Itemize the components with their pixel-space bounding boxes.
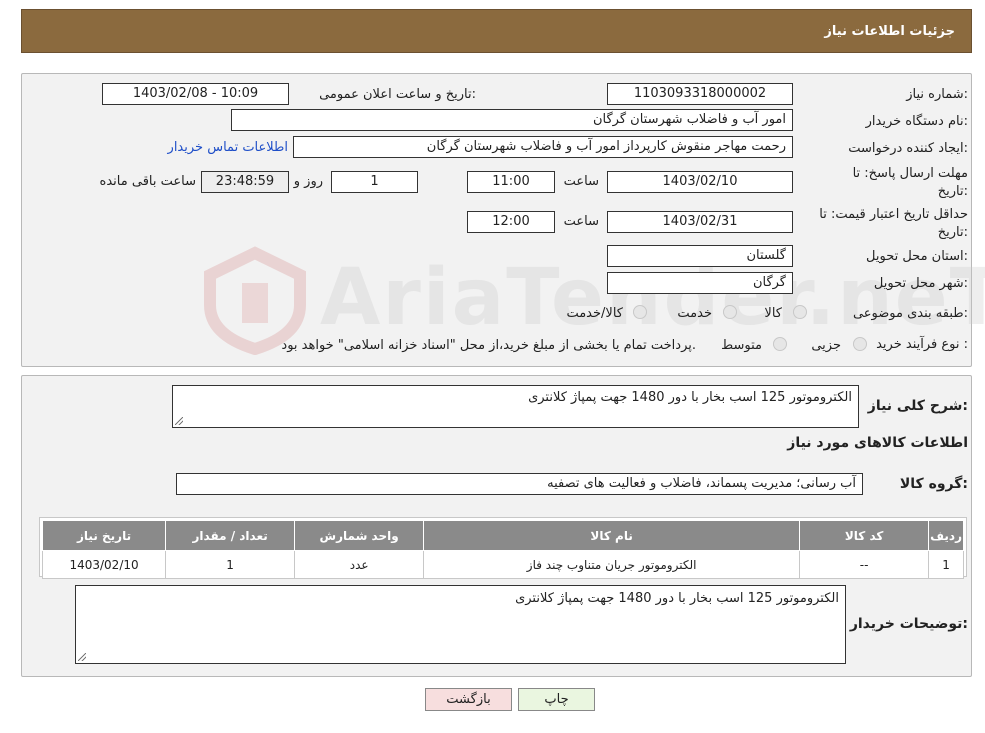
cell-quantity: 1 [165, 550, 296, 579]
cell-need-date: 1403/02/10 [41, 550, 167, 579]
goods-table-header-row: ردیف کد کالا نام کالا واحد شمارش تعداد /… [41, 520, 964, 551]
purchase-type-option-minor: جزیی [811, 338, 841, 353]
deadline-time: 11:00 [467, 171, 555, 193]
category-option-service: خدمت [677, 306, 712, 321]
city-label: شهر محل تحویل: [873, 276, 968, 291]
col-header-unit: واحد شمارش [294, 520, 425, 551]
print-button[interactable]: چاپ [518, 688, 595, 711]
col-header-goods-name: نام کالا [423, 520, 801, 551]
category-radio-goods-service[interactable] [633, 305, 647, 319]
requester-value: رحمت مهاجر منقوش کارپرداز امور آب و فاضل… [293, 136, 793, 158]
buyer-contact-link[interactable]: اطلاعات تماس خریدار [168, 140, 288, 155]
need-number-label: شماره نیاز: [906, 87, 968, 102]
cell-row-number: 1 [928, 550, 964, 579]
deadline-days: 1 [331, 171, 418, 193]
category-radio-service[interactable] [723, 305, 737, 319]
page-header: جزئیات اطلاعات نیاز [21, 9, 972, 53]
cell-goods-name: الکتروموتور جریان متناوب چند فاز [423, 550, 801, 579]
goods-group-label: گروه کالا: [899, 476, 968, 492]
announce-datetime-value: 1403/02/08 - 10:09 [102, 83, 289, 105]
purchase-type-option-medium: متوسط [721, 338, 762, 353]
deadline-date: 1403/02/10 [607, 171, 793, 193]
buyer-org-label: نام دستگاه خریدار: [865, 114, 968, 129]
province-label: استان محل تحویل: [866, 249, 968, 264]
deadline-remaining-label: ساعت باقی مانده [99, 174, 196, 189]
purchase-type-radio-medium[interactable] [773, 337, 787, 351]
purchase-type-note: پرداخت تمام یا بخشی از مبلغ خرید،از محل … [281, 338, 696, 353]
price-validity-label: حداقل تاریخ اعتبار قیمت: تا [819, 207, 968, 222]
goods-table-container: ردیف کد کالا نام کالا واحد شمارش تعداد /… [39, 517, 967, 579]
buyer-notes-textarea[interactable]: الکتروموتور 125 اسب بخار با دور 1480 جهت… [75, 585, 846, 664]
price-validity-time-label: ساعت [563, 214, 599, 229]
announce-datetime-label: تاریخ و ساعت اعلان عمومی: [319, 87, 476, 102]
deadline-label-line2: تاریخ: [937, 184, 968, 199]
requester-label: ایجاد کننده درخواست: [848, 141, 968, 156]
summary-label: شرح کلی نیاز: [867, 398, 968, 414]
price-validity-date: 1403/02/31 [607, 211, 793, 233]
category-option-goods-service: کالا/خدمت [566, 306, 623, 321]
col-header-need-date: تاریخ نیاز [41, 520, 167, 551]
col-header-goods-code: کد کالا [799, 520, 930, 551]
deadline-time-label: ساعت [563, 174, 599, 189]
cell-unit: عدد [294, 550, 425, 579]
table-row: 1 -- الکتروموتور جریان متناوب چند فاز عد… [41, 550, 964, 579]
goods-section-title: اطلاعات کالاهای مورد نیاز [787, 435, 968, 451]
purchase-type-radio-minor[interactable] [853, 337, 867, 351]
price-validity-label-line2: تاریخ: [937, 225, 968, 240]
summary-textarea[interactable]: الکتروموتور 125 اسب بخار با دور 1480 جهت… [172, 385, 859, 428]
buyer-notes-label: توضیحات خریدار: [849, 616, 968, 632]
buyer-notes-text: الکتروموتور 125 اسب بخار با دور 1480 جهت… [515, 591, 839, 606]
col-header-row-number: ردیف [928, 520, 964, 551]
summary-text: الکتروموتور 125 اسب بخار با دور 1480 جهت… [528, 390, 852, 405]
col-header-quantity: تعداد / مقدار [165, 520, 296, 551]
deadline-label: مهلت ارسال پاسخ: تا [852, 166, 968, 181]
deadline-remaining: 23:48:59 [201, 171, 289, 193]
deadline-days-label: روز و [293, 174, 323, 189]
back-button[interactable]: بازگشت [425, 688, 512, 711]
buyer-org-value: امور آب و فاضلاب شهرستان گرگان [231, 109, 793, 131]
city-value: گرگان [607, 272, 793, 294]
price-validity-time: 12:00 [467, 211, 555, 233]
category-label: طبقه بندی موضوعی: [852, 306, 968, 321]
need-number-value: 1103093318000002 [607, 83, 793, 105]
category-option-goods: کالا [764, 306, 782, 321]
page-title: جزئیات اطلاعات نیاز [824, 24, 955, 39]
goods-group-value: آب رسانی؛ مدیریت پسماند، فاضلاب و فعالیت… [176, 473, 863, 495]
purchase-type-label: نوع فرآیند خرید : [876, 337, 968, 352]
goods-table: ردیف کد کالا نام کالا واحد شمارش تعداد /… [41, 520, 964, 579]
buyer-notes-resize-grip-icon[interactable] [78, 653, 86, 661]
summary-resize-grip-icon[interactable] [175, 417, 183, 425]
category-radio-goods[interactable] [793, 305, 807, 319]
cell-goods-code: -- [799, 550, 930, 579]
province-value: گلستان [607, 245, 793, 267]
